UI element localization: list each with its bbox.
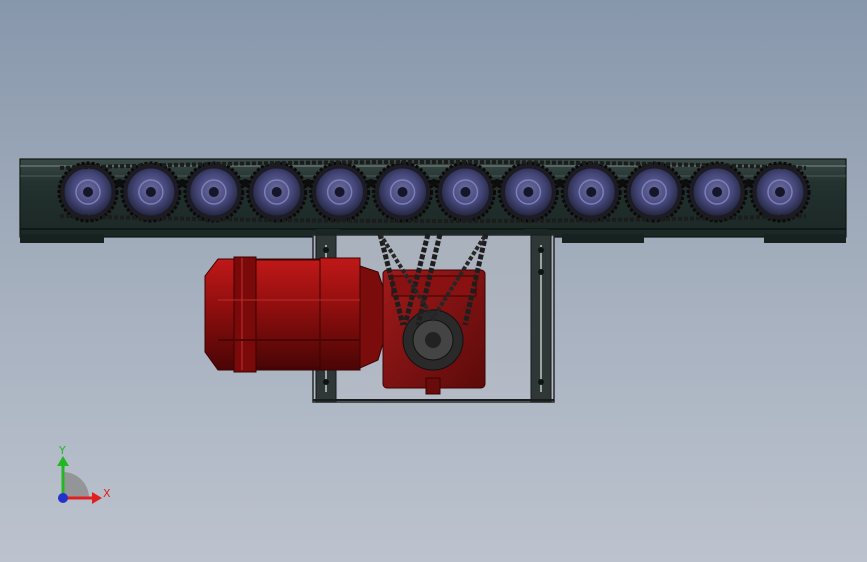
roller	[246, 161, 308, 223]
roller	[686, 161, 748, 223]
electric-motor	[204, 256, 385, 373]
roller	[623, 161, 685, 223]
roller	[309, 161, 371, 223]
cad-viewport[interactable]: Y X	[0, 0, 867, 562]
coordinate-triad: Y X	[57, 444, 111, 504]
roller	[120, 161, 182, 223]
frame-foot	[562, 234, 644, 243]
z-axis-dot	[58, 493, 68, 503]
roller	[183, 161, 245, 223]
roller	[497, 161, 559, 223]
roller	[434, 161, 496, 223]
x-axis-label: X	[103, 487, 111, 500]
roller	[57, 161, 119, 223]
roller	[560, 161, 622, 223]
conveyor-model[interactable]: Y X	[0, 0, 867, 562]
roller	[749, 161, 811, 223]
roller	[372, 161, 434, 223]
triad-arc	[63, 472, 89, 498]
frame-foot	[20, 234, 104, 243]
y-axis-label: Y	[58, 444, 66, 457]
frame-foot	[764, 234, 846, 243]
gearbox	[382, 269, 486, 395]
